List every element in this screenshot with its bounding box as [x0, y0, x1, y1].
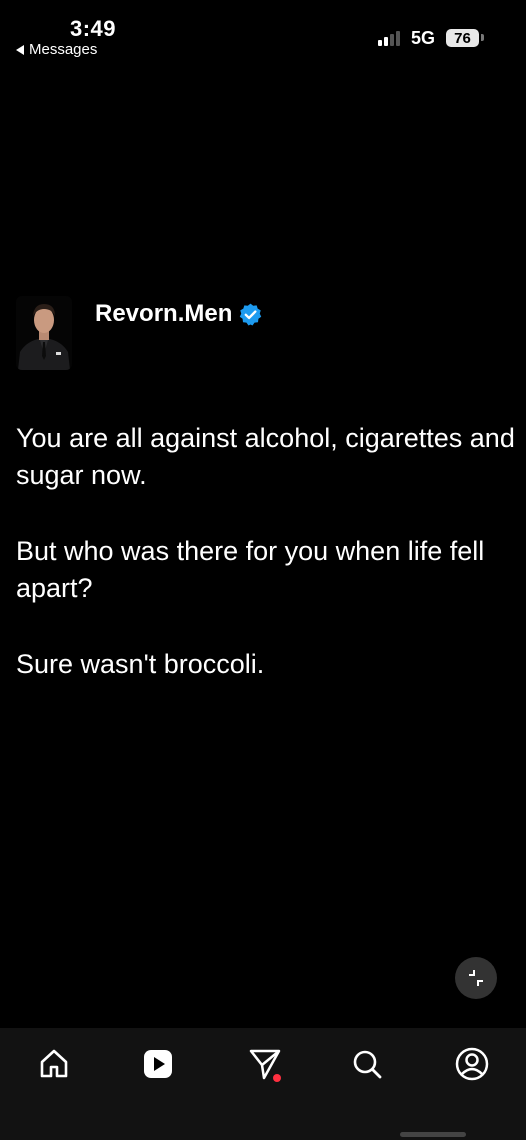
home-indicator — [400, 1132, 466, 1137]
send-icon — [249, 1049, 281, 1082]
nav-reels[interactable] — [138, 1044, 178, 1084]
battery-level: 76 — [454, 29, 471, 47]
notification-dot — [273, 1074, 281, 1082]
minimize-button[interactable] — [455, 957, 497, 999]
battery-tip — [481, 34, 484, 41]
minimize-icon — [469, 970, 483, 986]
author-row[interactable]: Revorn.Men — [95, 300, 263, 328]
home-icon — [40, 1049, 68, 1078]
status-bar: 3:49 Messages 5G 76 — [0, 0, 526, 64]
author-name[interactable]: Revorn.Men — [95, 300, 232, 328]
back-app-label: Messages — [29, 41, 98, 58]
verified-badge-icon — [240, 303, 262, 325]
bottom-nav — [0, 1028, 526, 1140]
post-paragraph: But who was there for you when life fell… — [16, 536, 485, 603]
nav-profile[interactable] — [452, 1044, 492, 1084]
nav-home[interactable] — [34, 1044, 74, 1084]
search-icon — [353, 1050, 382, 1079]
post-paragraph: Sure wasn't broccoli. — [16, 649, 265, 679]
back-to-app-link[interactable]: Messages — [16, 41, 97, 58]
network-type: 5G — [411, 28, 436, 48]
post-text: You are all against alcohol, cigarettes … — [16, 420, 516, 722]
profile-icon — [455, 1047, 489, 1081]
battery-icon: 76 — [446, 29, 479, 47]
back-arrow-icon — [16, 44, 24, 55]
author-avatar[interactable] — [16, 296, 72, 370]
signal-icon — [378, 30, 400, 46]
post-paragraph: You are all against alcohol, cigarettes … — [16, 423, 515, 490]
play-icon — [144, 1050, 172, 1078]
nav-search[interactable] — [347, 1044, 387, 1084]
nav-messages[interactable] — [246, 1044, 286, 1084]
status-time: 3:49 — [70, 16, 117, 41]
